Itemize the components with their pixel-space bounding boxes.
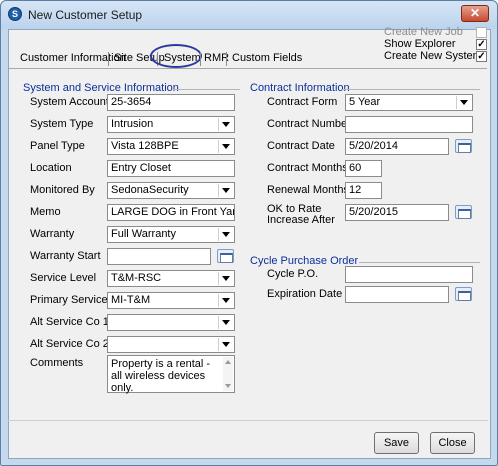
cycle-po-label: Cycle P.O. [267, 268, 319, 280]
calendar-icon[interactable] [455, 139, 472, 153]
ok-to-rate-label-line2: Increase After [267, 214, 335, 226]
group-divider [359, 262, 480, 263]
contract-months-label: Contract Months [267, 162, 348, 174]
app-icon: S [8, 7, 22, 21]
system-type-value: Intrusion [111, 118, 154, 130]
alt-service-co-2-label: Alt Service Co 2 [30, 338, 109, 350]
service-level-label: Service Level [30, 272, 97, 284]
renewal-months-field[interactable]: 12 [345, 182, 382, 199]
chevron-down-icon[interactable] [218, 338, 233, 351]
system-account-label: System Account [30, 96, 109, 108]
create-new-job-label: Create New Job [384, 26, 463, 38]
warranty-value: Full Warranty [111, 228, 176, 240]
contract-form-value: 5 Year [349, 96, 381, 108]
panel-type-select[interactable]: Vista 128BPE [107, 138, 235, 155]
system-type-label: System Type [30, 118, 94, 130]
tab-customer-information[interactable]: Customer Information [20, 50, 126, 67]
contract-form-select[interactable]: 5 Year [345, 94, 473, 111]
panel-type-label: Panel Type [30, 140, 85, 152]
monitored-by-select[interactable]: SedonaSecurity [107, 182, 235, 199]
cycle-po-field[interactable] [345, 266, 473, 283]
window-title: New Customer Setup [28, 8, 143, 22]
warranty-label: Warranty [30, 228, 75, 240]
location-field[interactable]: Entry Closet [107, 160, 235, 177]
chevron-down-icon[interactable] [218, 294, 233, 307]
monitored-by-label: Monitored By [30, 184, 95, 196]
warranty-select[interactable]: Full Warranty [107, 226, 235, 243]
panel-type-value: Vista 128BPE [111, 140, 179, 152]
memo-field[interactable]: LARGE DOG in Front Yard [107, 204, 235, 221]
primary-service-co-value: MI-T&M [111, 294, 151, 306]
group-divider [342, 89, 480, 90]
create-new-job-checkbox[interactable] [476, 27, 487, 38]
chevron-down-icon[interactable] [218, 272, 233, 285]
chevron-down-icon[interactable] [218, 228, 233, 241]
scroll-up-icon[interactable] [225, 360, 231, 364]
warranty-start-field[interactable] [107, 248, 211, 265]
contract-date-field[interactable]: 5/20/2014 [345, 138, 449, 155]
tab-separator [226, 52, 227, 66]
system-type-select[interactable]: Intrusion [107, 116, 235, 133]
cycle-po-group-title: Cycle Purchase Order [250, 255, 359, 267]
close-button[interactable]: Close [430, 432, 475, 454]
comments-label: Comments [30, 357, 84, 369]
calendar-icon[interactable] [455, 205, 472, 219]
service-level-value: T&M-RSC [111, 272, 162, 284]
alt-service-co-2-select[interactable] [107, 336, 235, 353]
chevron-down-icon[interactable] [456, 96, 471, 109]
create-new-system-label: Create New System [384, 50, 482, 62]
chevron-down-icon[interactable] [218, 184, 233, 197]
primary-service-co-select[interactable]: MI-T&M [107, 292, 235, 309]
contract-months-field[interactable]: 60 [345, 160, 382, 177]
location-label: Location [30, 162, 72, 174]
calendar-icon[interactable] [455, 287, 472, 301]
chevron-down-icon[interactable] [218, 118, 233, 131]
contract-form-label: Contract Form [267, 96, 338, 108]
footer-divider [8, 420, 488, 421]
service-level-select[interactable]: T&M-RSC [107, 270, 235, 287]
tab-custom-fields[interactable]: Custom Fields [232, 50, 302, 67]
save-button[interactable]: Save [374, 432, 419, 454]
tab-separator [108, 52, 109, 66]
monitored-by-value: SedonaSecurity [111, 184, 189, 196]
comments-textarea[interactable]: Property is a rental - all wireless devi… [107, 355, 235, 394]
active-tab-highlight [150, 44, 202, 68]
title-bar: S New Customer Setup ✕ [1, 1, 497, 29]
show-explorer-label: Show Explorer [384, 38, 456, 50]
group-divider [173, 89, 240, 90]
show-explorer-checkbox[interactable]: ✓ [476, 39, 487, 50]
comments-scrollbar[interactable] [223, 357, 233, 391]
memo-label: Memo [30, 206, 61, 218]
renewal-months-label: Renewal Months [267, 184, 349, 196]
warranty-start-label: Warranty Start [30, 250, 101, 262]
create-new-system-checkbox[interactable]: ✓ [476, 51, 487, 62]
ok-to-rate-date-field[interactable]: 5/20/2015 [345, 204, 449, 221]
system-service-group-title: System and Service Information [23, 82, 179, 94]
comments-text: Property is a rental - all wireless devi… [111, 358, 211, 394]
contract-date-label: Contract Date [267, 140, 335, 152]
contract-number-label: Contract Number [267, 118, 351, 130]
expiration-date-label: Expiration Date [267, 288, 343, 300]
calendar-icon[interactable] [217, 249, 234, 263]
close-window-button[interactable]: ✕ [461, 5, 489, 22]
expiration-date-field[interactable] [345, 286, 449, 303]
contract-group-title: Contract Information [250, 82, 350, 94]
alt-service-co-1-label: Alt Service Co 1 [30, 316, 109, 328]
scroll-down-icon[interactable] [225, 384, 231, 388]
chevron-down-icon[interactable] [218, 140, 233, 153]
contract-number-field[interactable] [345, 116, 473, 133]
chevron-down-icon[interactable] [218, 316, 233, 329]
system-account-field[interactable]: 25-3654 [107, 94, 235, 111]
tab-separator [200, 52, 201, 66]
alt-service-co-1-select[interactable] [107, 314, 235, 331]
